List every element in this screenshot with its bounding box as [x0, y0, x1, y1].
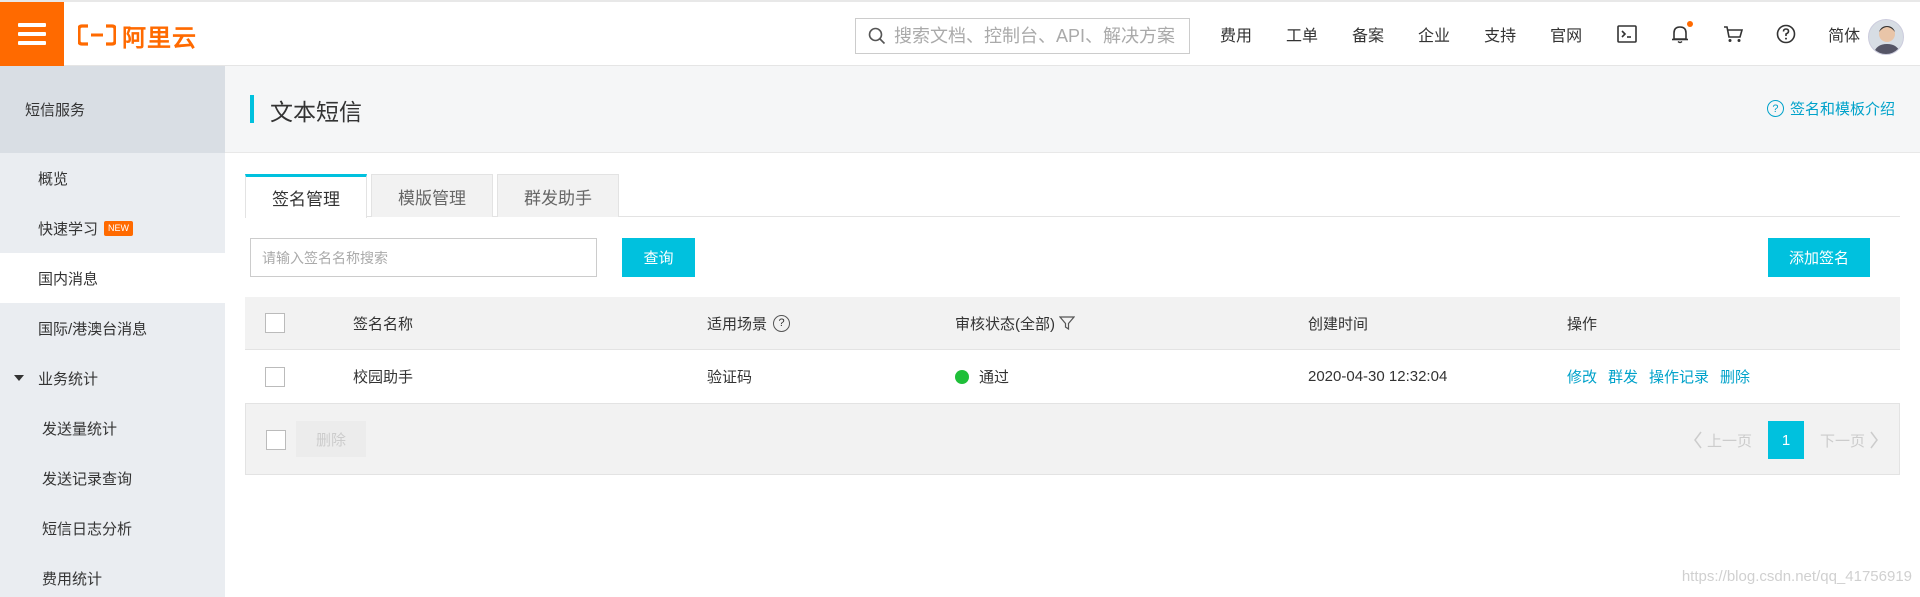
next-page-label: 下一页	[1819, 432, 1865, 450]
col-scene-label: 适用场景	[707, 315, 768, 333]
cell-status: 通过	[955, 350, 1009, 403]
sidebar-item-domestic[interactable]: 国内消息	[0, 253, 225, 303]
sidebar-item-log-analysis[interactable]: 短信日志分析	[0, 503, 225, 553]
edit-link[interactable]: 修改	[1567, 366, 1597, 387]
row-checkbox[interactable]	[265, 366, 285, 387]
tab-bar: 签名管理 模版管理 群发助手	[245, 174, 1900, 218]
sidebar-item-label: 快速学习	[38, 220, 99, 238]
nav-official[interactable]: 官网	[1550, 22, 1582, 46]
table-row: 校园助手 验证码 通过 2020-04-30 12:32:04 修改 群发 操作…	[245, 350, 1900, 404]
sidebar-item-label: 概览	[38, 170, 69, 188]
prev-page-label: 上一页	[1706, 432, 1752, 450]
cell-created: 2020-04-30 12:32:04	[1308, 368, 1448, 385]
pagination: 上一页 1 下一页	[1693, 421, 1879, 459]
select-all-checkbox[interactable]	[265, 313, 285, 333]
cell-name: 校园助手	[353, 369, 414, 386]
search-icon	[868, 27, 886, 45]
nav-ticket[interactable]: 工单	[1286, 22, 1318, 46]
watermark-text: https://blog.csdn.net/qq_41756919	[1681, 568, 1912, 585]
next-page-button: 下一页	[1820, 430, 1879, 451]
sidebar-item-international[interactable]: 国际/港澳台消息	[0, 303, 225, 353]
sidebar-item-quick-learn[interactable]: 快速学习 NEW	[0, 203, 225, 253]
col-ops: 操作	[1567, 315, 1598, 333]
logo-text: 阿里云	[122, 24, 197, 52]
status-label: 通过	[979, 369, 1010, 386]
query-button[interactable]: 查询	[622, 238, 695, 277]
table-footer: 删除 上一页 1 下一页	[245, 404, 1900, 475]
footer-select-all-checkbox[interactable]	[266, 430, 286, 450]
question-icon[interactable]: ?	[773, 314, 791, 332]
sidebar-title: 短信服务	[0, 66, 225, 153]
add-signature-button[interactable]: 添加签名	[1768, 238, 1870, 277]
aliyun-logo-icon	[78, 24, 116, 46]
sidebar: 短信服务 概览 快速学习 NEW 国内消息 国际/港澳台消息 业务统计 发送量统计…	[0, 66, 225, 597]
sidebar-item-label: 发送记录查询	[42, 470, 133, 488]
sidebar-item-label: 国内消息	[38, 270, 99, 288]
signature-table: 签名名称 适用场景? 审核状态(全部) 创建时间 操作 校园助手 验证码 通过 …	[245, 297, 1900, 404]
chevron-left-icon	[1694, 431, 1702, 449]
global-search[interactable]	[855, 18, 1190, 54]
avatar[interactable]	[1868, 19, 1904, 55]
page-number-1[interactable]: 1	[1767, 421, 1804, 459]
help-icon[interactable]	[1775, 23, 1797, 45]
col-created: 创建时间	[1308, 315, 1369, 333]
menu-icon[interactable]	[0, 2, 64, 66]
signature-search-input[interactable]	[250, 238, 597, 277]
aliyun-logo[interactable]: 阿里云	[78, 20, 197, 52]
bulk-send-link[interactable]: 群发	[1608, 366, 1638, 387]
tab-bulk-send[interactable]: 群发助手	[497, 174, 619, 217]
page-header: 文本短信 ? 签名和模板介绍	[225, 66, 1920, 153]
chevron-right-icon	[1870, 431, 1878, 449]
main-content: 文本短信 ? 签名和模板介绍 签名管理 模版管理 群发助手 查询 添加签名 签名…	[225, 66, 1920, 597]
sidebar-item-send-volume[interactable]: 发送量统计	[0, 403, 225, 453]
nav-fee[interactable]: 费用	[1220, 22, 1252, 46]
cart-icon[interactable]	[1722, 23, 1744, 45]
caret-down-icon	[14, 375, 24, 381]
top-nav: 费用 工单 备案 企业 支持 官网 简体	[1220, 2, 1894, 66]
sidebar-item-cost-stats[interactable]: 费用统计	[0, 553, 225, 597]
nav-filing[interactable]: 备案	[1352, 22, 1384, 46]
col-name: 签名名称	[353, 315, 414, 333]
cell-ops: 修改 群发 操作记录 删除	[1567, 350, 1761, 403]
prev-page-button: 上一页	[1693, 430, 1752, 451]
sidebar-item-label: 国际/港澳台消息	[38, 320, 148, 338]
signature-template-help-link[interactable]: ? 签名和模板介绍	[1766, 98, 1895, 119]
nav-enterprise[interactable]: 企业	[1418, 22, 1450, 46]
col-status-label: 审核状态(全部)	[955, 315, 1055, 333]
sidebar-item-send-records[interactable]: 发送记录查询	[0, 453, 225, 503]
tab-signature[interactable]: 签名管理	[245, 174, 367, 218]
search-input[interactable]	[894, 25, 1189, 47]
status-approved-dot	[955, 369, 969, 384]
title-accent-bar	[250, 95, 254, 123]
header-checkbox-cell	[265, 297, 285, 349]
sidebar-item-label: 业务统计	[38, 370, 99, 388]
operation-log-link[interactable]: 操作记录	[1649, 366, 1709, 387]
sidebar-item-business-stats[interactable]: 业务统计	[0, 353, 225, 403]
new-badge: NEW	[104, 220, 134, 236]
col-scene: 适用场景?	[707, 297, 791, 349]
sidebar-item-label: 费用统计	[42, 570, 103, 588]
batch-delete-button: 删除	[296, 421, 366, 457]
nav-support[interactable]: 支持	[1484, 22, 1516, 46]
tab-template[interactable]: 模版管理	[371, 174, 493, 217]
row-checkbox-cell	[265, 350, 285, 403]
page-title: 文本短信	[270, 99, 362, 125]
sidebar-item-label: 发送量统计	[42, 420, 118, 438]
sidebar-item-label: 短信日志分析	[42, 520, 133, 538]
top-bar: 阿里云 费用 工单 备案 企业 支持 官网 简体	[0, 0, 1920, 66]
delete-link[interactable]: 删除	[1720, 366, 1750, 387]
terminal-icon[interactable]	[1616, 23, 1638, 45]
language-switch[interactable]: 简体	[1828, 22, 1860, 46]
cell-scene: 验证码	[707, 369, 753, 386]
filter-icon[interactable]	[1059, 315, 1075, 331]
help-link-label: 签名和模板介绍	[1789, 101, 1895, 118]
notification-dot	[1687, 21, 1694, 27]
table-header: 签名名称 适用场景? 审核状态(全部) 创建时间 操作	[245, 297, 1900, 350]
col-status[interactable]: 审核状态(全部)	[955, 297, 1075, 349]
bell-icon[interactable]	[1669, 21, 1694, 45]
question-icon: ?	[1766, 100, 1784, 117]
sidebar-item-overview[interactable]: 概览	[0, 153, 225, 203]
